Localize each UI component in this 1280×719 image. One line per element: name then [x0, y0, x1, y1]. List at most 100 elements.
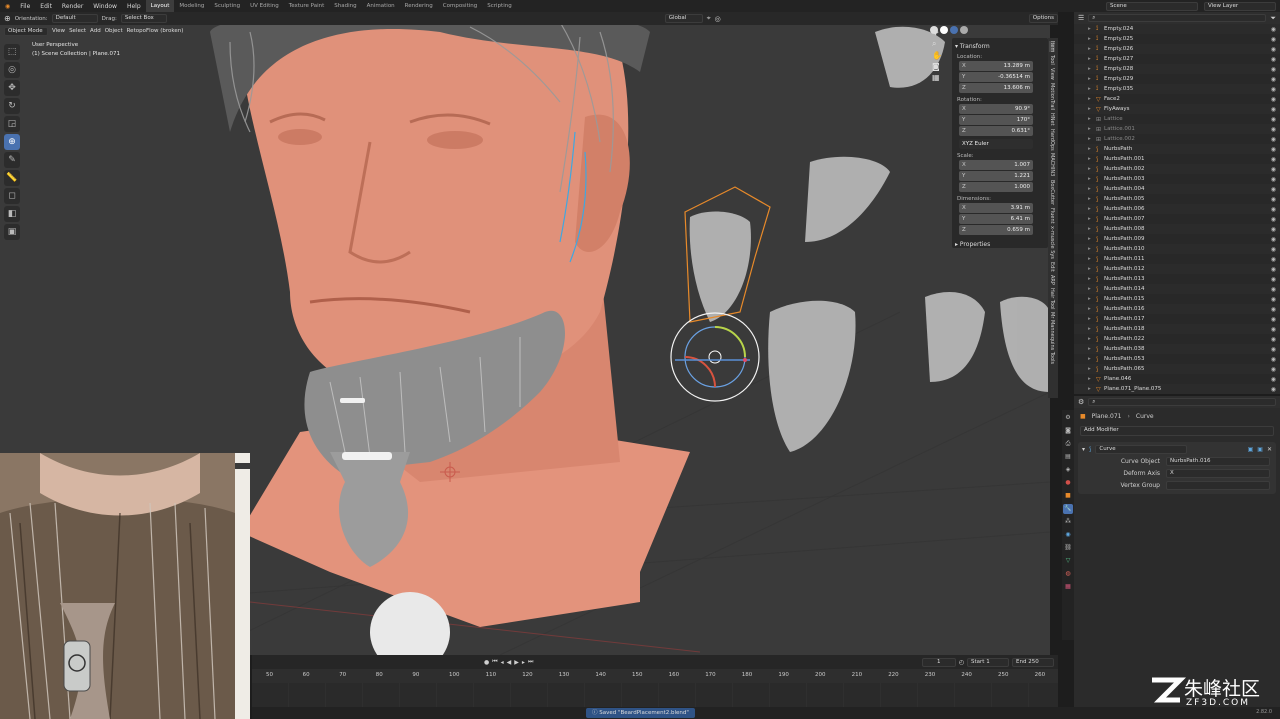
- outliner-item[interactable]: ▸ ⟟ Empty.029 ◉: [1074, 74, 1280, 84]
- outliner-item[interactable]: ▸ ⟆ NurbsPath.003 ◉: [1074, 174, 1280, 184]
- visibility-eye-icon[interactable]: ◉: [1271, 216, 1276, 223]
- texture-properties-icon[interactable]: ▦: [1063, 582, 1073, 592]
- end-frame-field[interactable]: End 250: [1012, 657, 1054, 667]
- workspace-tab-uv-editing[interactable]: UV Editing: [245, 0, 284, 12]
- jump-end-icon[interactable]: ⏭: [528, 658, 533, 666]
- visibility-eye-icon[interactable]: ◉: [1271, 116, 1276, 123]
- outliner-item[interactable]: ▸ ⟟ Empty.035 ◉: [1074, 84, 1280, 94]
- data-properties-icon[interactable]: ▽: [1063, 556, 1073, 566]
- outliner-item[interactable]: ▸ ⟟ Empty.024 ◉: [1074, 24, 1280, 34]
- curve-object-field[interactable]: NurbsPath.016: [1166, 456, 1270, 466]
- outliner-item[interactable]: ▸ ⟟ Empty.028 ◉: [1074, 64, 1280, 74]
- visibility-eye-icon[interactable]: ◉: [1271, 96, 1276, 103]
- add-modifier-dropdown[interactable]: Add Modifier: [1080, 426, 1274, 436]
- drag-dropdown[interactable]: Select Box: [120, 14, 167, 23]
- constraints-icon[interactable]: ⛓: [1063, 543, 1073, 553]
- visibility-eye-icon[interactable]: ◉: [1271, 136, 1276, 143]
- timeline[interactable]: ● ⏮ ◂ ◀ ▶ ▸ ⏭ 1 ◴ Start 1 End 250 50 60 70…: [252, 655, 1058, 707]
- particles-icon[interactable]: ⁂: [1063, 517, 1073, 527]
- extra-tool-1-icon[interactable]: ◧: [4, 206, 20, 222]
- visibility-eye-icon[interactable]: ◉: [1271, 296, 1276, 303]
- mode-dropdown[interactable]: Object Mode: [4, 26, 48, 36]
- expand-icon[interactable]: ▸: [1088, 126, 1096, 132]
- menu-view[interactable]: View: [52, 28, 65, 34]
- workspace-tab-sculpting[interactable]: Sculpting: [209, 0, 245, 12]
- visibility-eye-icon[interactable]: ◉: [1271, 336, 1276, 343]
- sidebar-tab-hardops[interactable]: HardOps: [1049, 129, 1055, 151]
- frame-ruler[interactable]: 50 60 70 80 90 100 110 120 130 140 150 160 170 180 190…: [252, 669, 1058, 683]
- rotation-x-field[interactable]: X 90.9°: [959, 104, 1033, 114]
- workspace-tab-shading[interactable]: Shading: [329, 0, 361, 12]
- expand-icon[interactable]: ▸: [1088, 66, 1096, 72]
- outliner-item[interactable]: ▸ ⟟ Empty.026 ◉: [1074, 44, 1280, 54]
- sidebar-tab-hnet[interactable]: HNet: [1049, 113, 1055, 126]
- expand-icon[interactable]: ▸: [1088, 336, 1096, 342]
- expand-icon[interactable]: ▸: [1088, 86, 1096, 92]
- modifier-name-input[interactable]: Curve: [1095, 445, 1188, 454]
- properties-section-title[interactable]: ▸ Properties: [955, 241, 1045, 248]
- dimensions-y-field[interactable]: Y 6.41 m: [959, 214, 1033, 224]
- expand-icon[interactable]: ▸: [1088, 56, 1096, 62]
- expand-icon[interactable]: ▸: [1088, 96, 1096, 102]
- expand-icon[interactable]: ▸: [1088, 46, 1096, 52]
- outliner-item[interactable]: ▸ ⟆ NurbsPath.014 ◉: [1074, 284, 1280, 294]
- scale-y-field[interactable]: Y 1.221: [959, 171, 1033, 181]
- visibility-eye-icon[interactable]: ◉: [1271, 56, 1276, 63]
- expand-icon[interactable]: ▸: [1088, 186, 1096, 192]
- physics-icon[interactable]: ◉: [1063, 530, 1073, 540]
- snap-icon[interactable]: ⌖: [707, 14, 711, 23]
- sidebar-tab-hair-tool[interactable]: Hair Tool: [1049, 288, 1055, 310]
- transform-section-title[interactable]: ▾ Transform: [955, 43, 1045, 50]
- visibility-eye-icon[interactable]: ◉: [1271, 206, 1276, 213]
- view-layer-selector[interactable]: View Layer: [1204, 1, 1276, 11]
- sidebar-tab-machin3[interactable]: MACHIN3: [1049, 153, 1055, 176]
- outliner-item[interactable]: ▸ ▽ FlyAways ◉: [1074, 104, 1280, 114]
- location-y-field[interactable]: Y -0.36514 m: [959, 72, 1033, 82]
- outliner-item[interactable]: ▸ ▽ Plane.046 ◉: [1074, 374, 1280, 384]
- visibility-eye-icon[interactable]: ◉: [1271, 186, 1276, 193]
- camera-icon[interactable]: ◙: [932, 62, 946, 71]
- expand-icon[interactable]: ▸: [1088, 116, 1096, 122]
- expand-icon[interactable]: ▸: [1088, 316, 1096, 322]
- zoom-icon[interactable]: ⌕: [932, 39, 946, 49]
- play-reverse-icon[interactable]: ◀: [507, 659, 512, 666]
- workspace-tab-modeling[interactable]: Modeling: [174, 0, 209, 12]
- transform-gizmo[interactable]: [670, 312, 760, 402]
- visibility-eye-icon[interactable]: ◉: [1271, 66, 1276, 73]
- visibility-eye-icon[interactable]: ◉: [1271, 286, 1276, 293]
- visibility-eye-icon[interactable]: ◉: [1271, 266, 1276, 273]
- sidebar-tab-tool[interactable]: Tool: [1049, 55, 1055, 65]
- expand-icon[interactable]: ▸: [1088, 266, 1096, 272]
- visibility-eye-icon[interactable]: ◉: [1271, 126, 1276, 133]
- expand-icon[interactable]: ▸: [1088, 276, 1096, 282]
- outliner-item[interactable]: ▸ ⟆ NurbsPath.008 ◉: [1074, 224, 1280, 234]
- add-cube-tool-icon[interactable]: ◻: [4, 188, 20, 204]
- expand-icon[interactable]: ▸: [1088, 296, 1096, 302]
- measure-tool-icon[interactable]: 📏: [4, 170, 20, 186]
- world-properties-icon[interactable]: ●: [1063, 478, 1073, 488]
- outliner-item[interactable]: ▸ ⟆ NurbsPath.011 ◉: [1074, 254, 1280, 264]
- addon-menu[interactable]: RetopoFlow (broken): [127, 28, 184, 34]
- outliner-item[interactable]: ▸ ⟆ NurbsPath ◉: [1074, 144, 1280, 154]
- outliner-item[interactable]: ▸ ⟆ NurbsPath.012 ◉: [1074, 264, 1280, 274]
- outliner-item[interactable]: ▸ ⟆ NurbsPath.007 ◉: [1074, 214, 1280, 224]
- outliner-item[interactable]: ▸ ▽ Face2 ◉: [1074, 94, 1280, 104]
- visibility-eye-icon[interactable]: ◉: [1271, 326, 1276, 333]
- blender-logo-icon[interactable]: ◉: [0, 3, 15, 10]
- visibility-eye-icon[interactable]: ◉: [1271, 146, 1276, 153]
- output-properties-icon[interactable]: ⎙: [1063, 439, 1073, 449]
- pan-hand-icon[interactable]: ✋: [932, 51, 946, 60]
- transform-tool-icon[interactable]: ⊕: [4, 134, 20, 150]
- visibility-eye-icon[interactable]: ◉: [1271, 356, 1276, 363]
- expand-icon[interactable]: ▸: [1088, 76, 1096, 82]
- visibility-eye-icon[interactable]: ◉: [1271, 306, 1276, 313]
- render-shading-icon[interactable]: [960, 26, 968, 34]
- scale-x-field[interactable]: X 1.007: [959, 160, 1033, 170]
- visibility-eye-icon[interactable]: ◉: [1271, 156, 1276, 163]
- annotate-tool-icon[interactable]: ✎: [4, 152, 20, 168]
- expand-icon[interactable]: ▸: [1088, 26, 1096, 32]
- expand-icon[interactable]: ▸: [1088, 36, 1096, 42]
- outliner-item[interactable]: ▸ ⟆ NurbsPath.038 ◉: [1074, 344, 1280, 354]
- rotate-tool-icon[interactable]: ↻: [4, 98, 20, 114]
- visibility-eye-icon[interactable]: ◉: [1271, 36, 1276, 43]
